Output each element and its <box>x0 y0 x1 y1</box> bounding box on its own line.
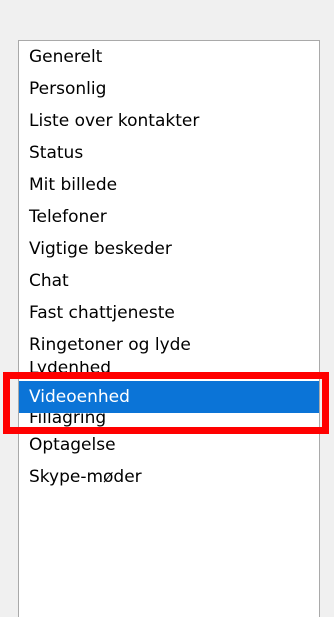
list-item-lydenhed[interactable]: Lydenhed <box>19 361 319 375</box>
list-item-fast-chattjeneste[interactable]: Fast chattjeneste <box>19 297 319 329</box>
list-item-chat[interactable]: Chat <box>19 265 319 297</box>
list-item-personlig[interactable]: Personlig <box>19 73 319 105</box>
list-item-fillagring[interactable]: Fillagring <box>19 413 319 427</box>
list-item-liste-over-kontakter[interactable]: Liste over kontakter <box>19 105 319 137</box>
list-item-telefoner[interactable]: Telefoner <box>19 201 319 233</box>
options-panel: Generelt Personlig Liste over kontakter … <box>0 0 334 617</box>
list-item-optagelse[interactable]: Optagelse <box>19 429 319 461</box>
list-item-ringetoner-og-lyde[interactable]: Ringetoner og lyde <box>19 329 319 361</box>
list-item-status[interactable]: Status <box>19 137 319 169</box>
list-item-vigtige-beskeder[interactable]: Vigtige beskeder <box>19 233 319 265</box>
list-item-videoenhed[interactable]: Videoenhed <box>19 381 319 413</box>
options-category-list[interactable]: Generelt Personlig Liste over kontakter … <box>18 40 320 617</box>
list-item-generelt[interactable]: Generelt <box>19 41 319 73</box>
list-item-skype-moder[interactable]: Skype-møder <box>19 461 319 493</box>
list-item-mit-billede[interactable]: Mit billede <box>19 169 319 201</box>
